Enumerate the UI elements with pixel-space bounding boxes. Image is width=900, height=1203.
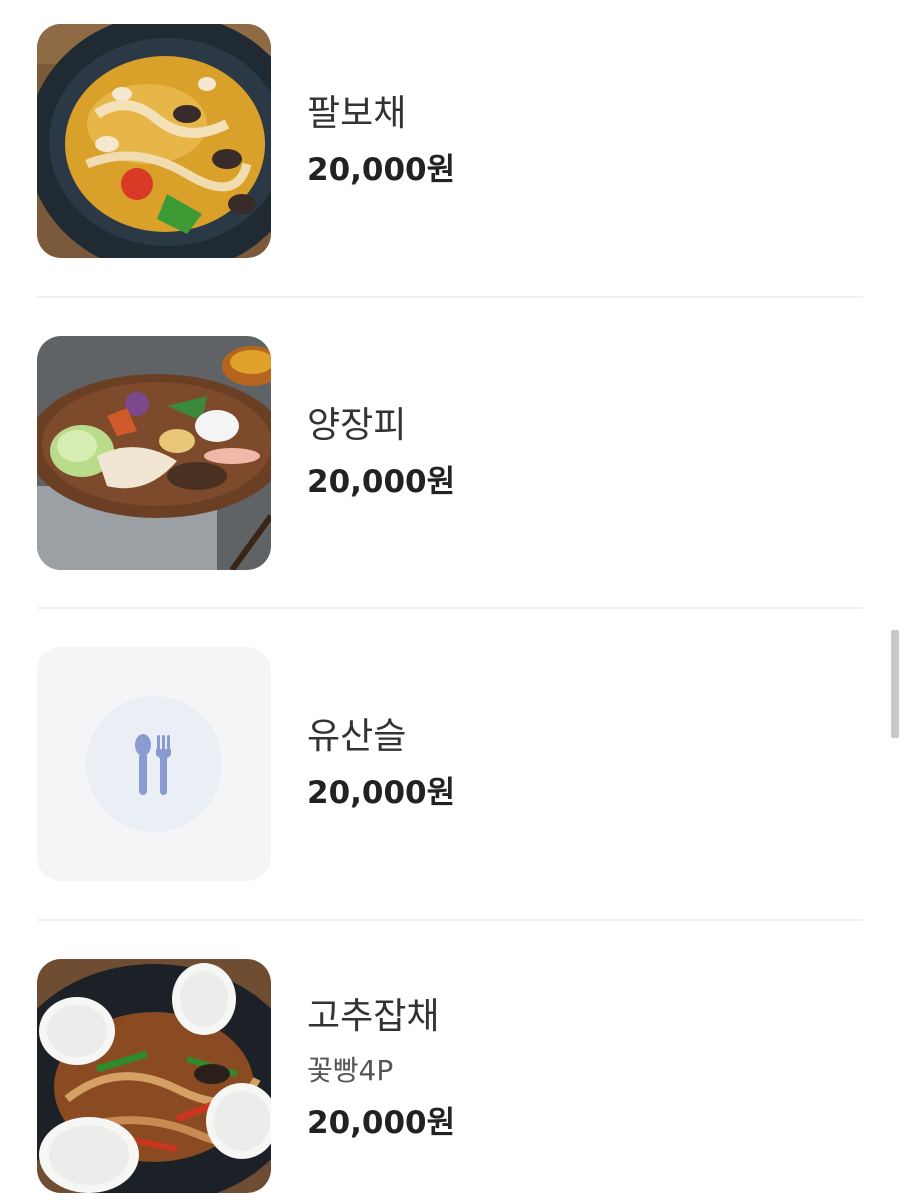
divider [37, 607, 863, 609]
menu-item-photo [37, 336, 271, 570]
menu-item-info: 팔보채 20,000원 [307, 92, 455, 190]
menu-item-yusanseul[interactable]: 유산슬 20,000원 [37, 647, 863, 881]
menu-list: 팔보채 20,000원 양장피 20,000원 유산슬 20,000원 고추잡채… [0, 0, 900, 1203]
menu-item-price: 20,000원 [307, 464, 456, 500]
menu-item-name: 유산슬 [307, 716, 407, 757]
menu-item-name: 양장피 [307, 405, 407, 446]
menu-item-description: 꽃빵4P [307, 1054, 394, 1087]
menu-item-photo-placeholder [37, 647, 271, 881]
menu-item-name: 고추잡채 [307, 996, 440, 1037]
menu-item-yangjangpi[interactable]: 양장피 20,000원 [37, 336, 863, 570]
menu-item-price: 20,000원 [307, 775, 456, 811]
menu-item-price: 20,000원 [307, 152, 456, 188]
menu-item-palbochae[interactable]: 팔보채 20,000원 [37, 24, 863, 258]
menu-item-gochujapchae[interactable]: 고추잡채 꽃빵4P 20,000원 [37, 959, 863, 1193]
menu-item-info: 유산슬 20,000원 [307, 715, 455, 813]
divider [37, 296, 863, 298]
menu-item-photo [37, 959, 271, 1193]
divider [37, 919, 863, 921]
menu-item-info: 양장피 20,000원 [307, 404, 455, 502]
scrollbar-thumb[interactable] [891, 630, 899, 738]
menu-item-name: 팔보채 [307, 93, 407, 134]
menu-item-photo [37, 24, 271, 258]
menu-item-info: 고추잡채 꽃빵4P 20,000원 [307, 995, 455, 1143]
menu-item-price: 20,000원 [307, 1105, 456, 1141]
